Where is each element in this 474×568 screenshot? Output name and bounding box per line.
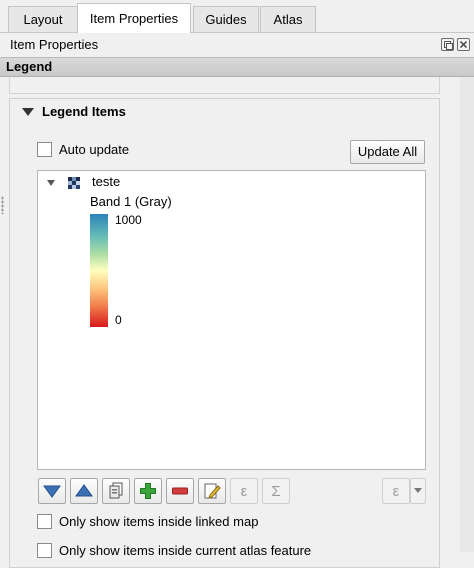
filter-expression-icon: ε — [392, 482, 400, 500]
expression-icon: ε — [240, 482, 248, 500]
ramp-max-label: 1000 — [115, 213, 142, 227]
auto-update-checkbox[interactable] — [37, 142, 52, 157]
remove-item-button[interactable] — [166, 478, 194, 504]
add-group-icon — [109, 482, 123, 499]
chevron-down-icon — [414, 488, 422, 493]
tab-bar: Layout Item Properties Guides Atlas — [0, 0, 474, 33]
add-item-button[interactable] — [134, 478, 162, 504]
only-atlas-row: Only show items inside current atlas fea… — [37, 543, 311, 558]
tab-layout[interactable]: Layout — [8, 6, 78, 32]
sum-icon: Σ — [271, 482, 281, 500]
filter-dropdown-button[interactable] — [410, 478, 426, 504]
move-down-button[interactable] — [38, 478, 66, 504]
auto-update-row: Auto update — [37, 142, 129, 157]
tab-bar-divider — [0, 32, 474, 33]
add-item-icon — [140, 483, 156, 499]
move-up-icon — [75, 484, 93, 497]
edit-item-button[interactable] — [198, 478, 226, 504]
update-all-button[interactable]: Update All — [350, 140, 425, 164]
panel-title-buttons — [441, 38, 470, 52]
only-linked-map-row: Only show items inside linked map — [37, 514, 258, 529]
layer-name[interactable]: teste — [92, 174, 120, 189]
tab-guides[interactable]: Guides — [193, 6, 259, 32]
move-down-icon — [43, 485, 61, 498]
tab-item-properties[interactable]: Item Properties — [77, 3, 191, 33]
float-panel-icon[interactable] — [441, 38, 454, 51]
splitter-handle[interactable] — [1, 196, 4, 214]
tab-atlas[interactable]: Atlas — [260, 6, 316, 32]
legend-items-collapse-toggle[interactable]: Legend Items — [22, 104, 126, 119]
legend-group-header[interactable]: Legend — [0, 57, 474, 77]
legend-items-title: Legend Items — [42, 104, 126, 119]
close-panel-icon[interactable] — [457, 38, 470, 51]
color-ramp-swatch — [90, 214, 108, 327]
only-linked-map-label: Only show items inside linked map — [59, 514, 259, 529]
panel-title: Item Properties — [10, 37, 99, 52]
edit-item-icon — [204, 483, 221, 499]
only-atlas-label: Only show items inside current atlas fea… — [59, 543, 312, 558]
remove-item-icon — [172, 487, 188, 495]
expression-button[interactable]: ε — [230, 478, 258, 504]
raster-layer-icon — [68, 177, 80, 189]
move-up-button[interactable] — [70, 478, 98, 504]
add-group-button[interactable] — [102, 478, 130, 504]
filter-expression-button[interactable]: ε — [382, 478, 410, 504]
collapse-arrow-icon — [22, 107, 34, 116]
only-linked-map-checkbox[interactable] — [37, 514, 52, 529]
only-atlas-checkbox[interactable] — [37, 543, 52, 558]
vertical-scrollbar[interactable] — [460, 77, 474, 552]
expand-arrow-icon[interactable] — [47, 180, 55, 186]
band-label[interactable]: Band 1 (Gray) — [90, 194, 172, 209]
previous-section-box — [9, 77, 440, 94]
auto-update-label: Auto update — [59, 142, 130, 157]
sum-button[interactable]: Σ — [262, 478, 290, 504]
legend-tree[interactable]: teste Band 1 (Gray) 1000 0 — [37, 170, 426, 470]
ramp-min-label: 0 — [115, 313, 122, 327]
